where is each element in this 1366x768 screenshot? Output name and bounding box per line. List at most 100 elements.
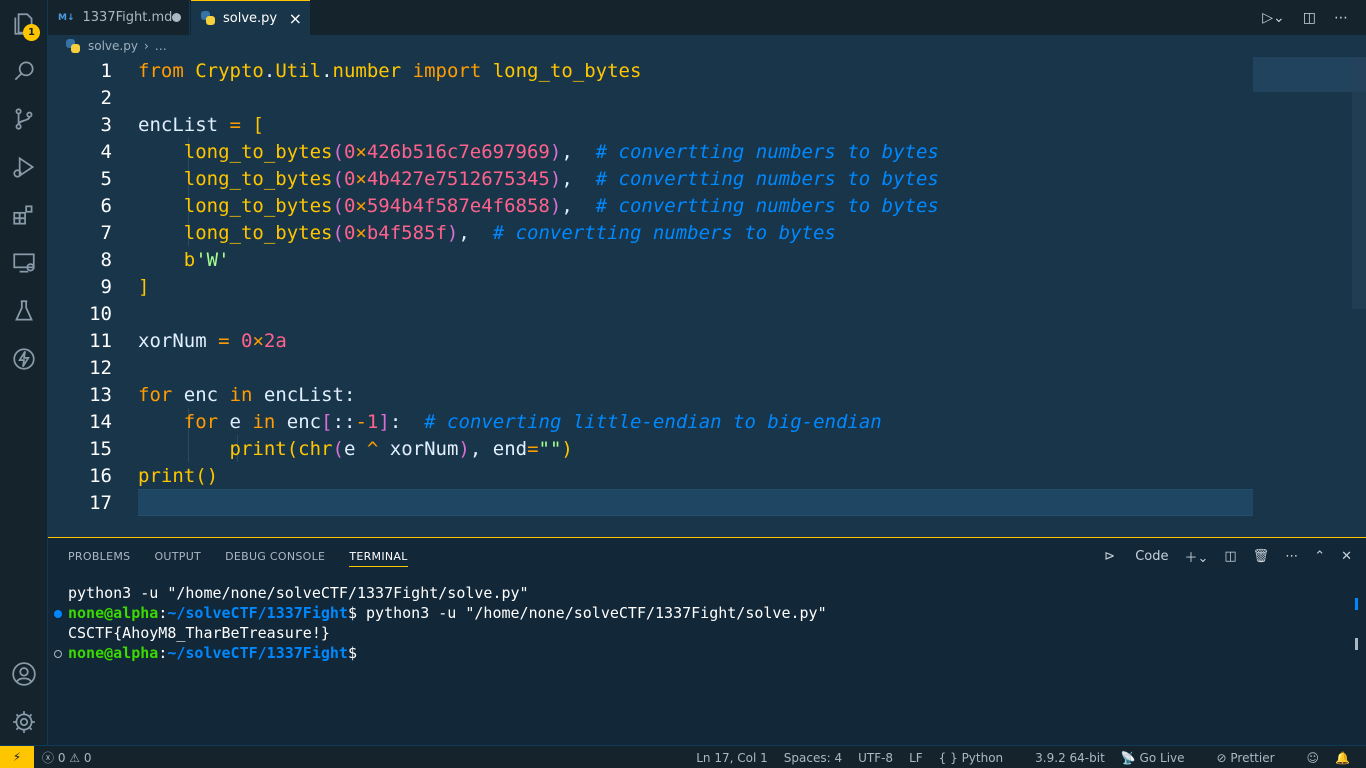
code-line[interactable]: for enc in encList:: [138, 384, 355, 406]
prompt-path: ~/solveCTF/1337Fight: [167, 644, 348, 662]
split-editor-icon[interactable]: ◫: [1303, 10, 1316, 26]
command-success-icon[interactable]: [54, 610, 62, 618]
terminal-line: python3 -u "/home/none/solveCTF/1337Figh…: [68, 584, 529, 602]
code-line[interactable]: print(): [138, 465, 218, 487]
source-control-icon[interactable]: [0, 95, 48, 143]
remote-explorer-icon[interactable]: [0, 239, 48, 287]
accounts-icon[interactable]: [0, 650, 48, 698]
tab-terminal[interactable]: TERMINAL: [349, 550, 408, 567]
code-line[interactable]: print(chr(e ^ xorNum), end=""): [138, 438, 573, 460]
unsaved-dot-icon[interactable]: [172, 13, 181, 22]
more-actions-icon[interactable]: ⋯: [1285, 549, 1298, 564]
terminal-scroll-marker: [1355, 598, 1358, 610]
testing-icon[interactable]: [0, 287, 48, 335]
prettier-label: Prettier: [1230, 750, 1275, 765]
line-number: 13: [89, 383, 112, 406]
prettier-status[interactable]: ⊘ Prettier: [1217, 751, 1291, 765]
line-number: 5: [100, 167, 112, 190]
python-file-icon: [66, 39, 80, 53]
indentation[interactable]: Spaces: 4: [784, 751, 842, 765]
breadcrumb-file[interactable]: solve.py: [88, 39, 138, 53]
python-file-icon: [201, 11, 215, 25]
code-line[interactable]: long_to_bytes(0×b4f585f), # convertting …: [138, 222, 836, 244]
code-line[interactable]: long_to_bytes(0×4b427e7512675345), # con…: [138, 168, 939, 190]
tab-debug-console[interactable]: DEBUG CONSOLE: [225, 550, 325, 563]
feedback-icon[interactable]: ☺: [1307, 751, 1320, 765]
shell-label: Code: [1135, 548, 1169, 564]
line-number: 8: [100, 248, 112, 271]
code-line[interactable]: xorNum = 0×2a: [138, 330, 287, 352]
line-number: 2: [100, 86, 112, 109]
code-line[interactable]: for e in enc[::-1]: # converting little-…: [138, 411, 882, 433]
tab-label: 1337Fight.md: [82, 10, 173, 25]
encoding[interactable]: UTF-8: [858, 751, 893, 765]
code-line[interactable]: from Crypto.Util.number import long_to_b…: [138, 60, 641, 82]
terminal-shell-icon[interactable]: ⊳ Code: [1104, 549, 1168, 564]
code-line[interactable]: b'W': [138, 249, 230, 271]
code-editor[interactable]: 1 from Crypto.Util.number import long_to_…: [48, 57, 1366, 537]
code-line[interactable]: ]: [138, 276, 149, 298]
language-mode[interactable]: { } Python: [939, 751, 1020, 765]
terminal-scroll-marker: [1355, 638, 1358, 650]
minimap[interactable]: [1253, 57, 1366, 92]
markdown-icon: M↓: [58, 12, 75, 23]
close-tab-icon[interactable]: ×: [289, 9, 302, 28]
remote-indicator-icon[interactable]: ⚡: [0, 745, 34, 768]
tab-solve-py[interactable]: solve.py ×: [191, 0, 310, 35]
error-count: 0: [57, 750, 66, 765]
line-number: 7: [100, 221, 112, 244]
tab-bar: M↓ 1337Fight.md solve.py × ▷⌄ ◫ ⋯: [48, 0, 1366, 35]
breadcrumb-symbol[interactable]: …: [155, 39, 167, 53]
prompt-user: none@alpha: [68, 644, 159, 662]
prompt-colon: :: [158, 644, 168, 662]
more-actions-icon[interactable]: ⋯: [1334, 10, 1348, 26]
terminal-command: python3 -u "/home/none/solveCTF/1337Figh…: [357, 604, 827, 622]
tab-problems[interactable]: PROBLEMS: [68, 550, 130, 563]
terminal-output[interactable]: python3 -u "/home/none/solveCTF/1337Figh…: [54, 584, 827, 664]
close-panel-icon[interactable]: ✕: [1341, 549, 1352, 564]
split-terminal-icon[interactable]: ◫: [1224, 549, 1236, 564]
tab-1337fight-md[interactable]: M↓ 1337Fight.md: [48, 0, 190, 35]
tab-output[interactable]: OUTPUT: [154, 550, 201, 563]
problems-status[interactable]: ⓧ 0 ⚠ 0: [42, 749, 92, 766]
go-live-button[interactable]: 📡 Go Live: [1121, 751, 1201, 765]
explorer-icon[interactable]: 1: [0, 0, 48, 48]
notifications-bell-icon[interactable]: 🔔: [1335, 751, 1350, 765]
bottom-panel: PROBLEMS OUTPUT DEBUG CONSOLE TERMINAL ⊳…: [48, 537, 1366, 745]
terminal-line: none@alpha:~/solveCTF/1337Fight$: [54, 644, 827, 664]
trash-icon[interactable]: 🗑: [1253, 549, 1270, 564]
code-line[interactable]: encList = [: [138, 114, 264, 136]
line-number: 11: [89, 329, 112, 352]
line-number: 6: [100, 194, 112, 217]
prompt-colon: :: [158, 604, 168, 622]
search-icon[interactable]: [0, 47, 48, 95]
warning-count: 0: [83, 750, 92, 765]
prompt-dollar: $: [347, 604, 357, 622]
code-line[interactable]: long_to_bytes(0×426b516c7e697969), # con…: [138, 141, 939, 163]
new-terminal-icon[interactable]: ＋⌄: [1184, 547, 1208, 566]
line-number: 10: [89, 302, 112, 325]
line-number: 1: [100, 59, 112, 82]
extensions-icon[interactable]: [0, 191, 48, 239]
status-bar: ⚡ ⓧ 0 ⚠ 0 Ln 17, Col 1 Spaces: 4 UTF-8 L…: [0, 745, 1366, 768]
editor-scrollbar[interactable]: [1352, 57, 1366, 309]
line-number: 12: [89, 356, 112, 379]
line-number: 9: [100, 275, 112, 298]
python-interpreter[interactable]: 3.9.2 64-bit: [1035, 751, 1105, 765]
tab-label: solve.py: [223, 10, 278, 26]
thunder-client-icon[interactable]: [0, 335, 48, 383]
settings-gear-icon[interactable]: [0, 698, 48, 746]
maximize-panel-icon[interactable]: ⌃: [1314, 549, 1325, 564]
cursor-position[interactable]: Ln 17, Col 1: [696, 751, 768, 765]
command-pending-icon[interactable]: [54, 650, 62, 658]
end-of-line[interactable]: LF: [909, 751, 923, 765]
prompt-dollar: $: [347, 644, 357, 662]
code-line[interactable]: long_to_bytes(0×594b4f587e4f6858), # con…: [138, 195, 939, 217]
run-debug-icon[interactable]: [0, 143, 48, 191]
run-file-icon[interactable]: ▷⌄: [1262, 10, 1285, 26]
chevron-right-icon: ›: [143, 39, 149, 53]
line-number: 17: [89, 491, 112, 514]
line-number: 16: [89, 464, 112, 487]
prompt-path: ~/solveCTF/1337Fight: [167, 604, 348, 622]
terminal-line: none@alpha:~/solveCTF/1337Fight$ python3…: [54, 604, 827, 624]
